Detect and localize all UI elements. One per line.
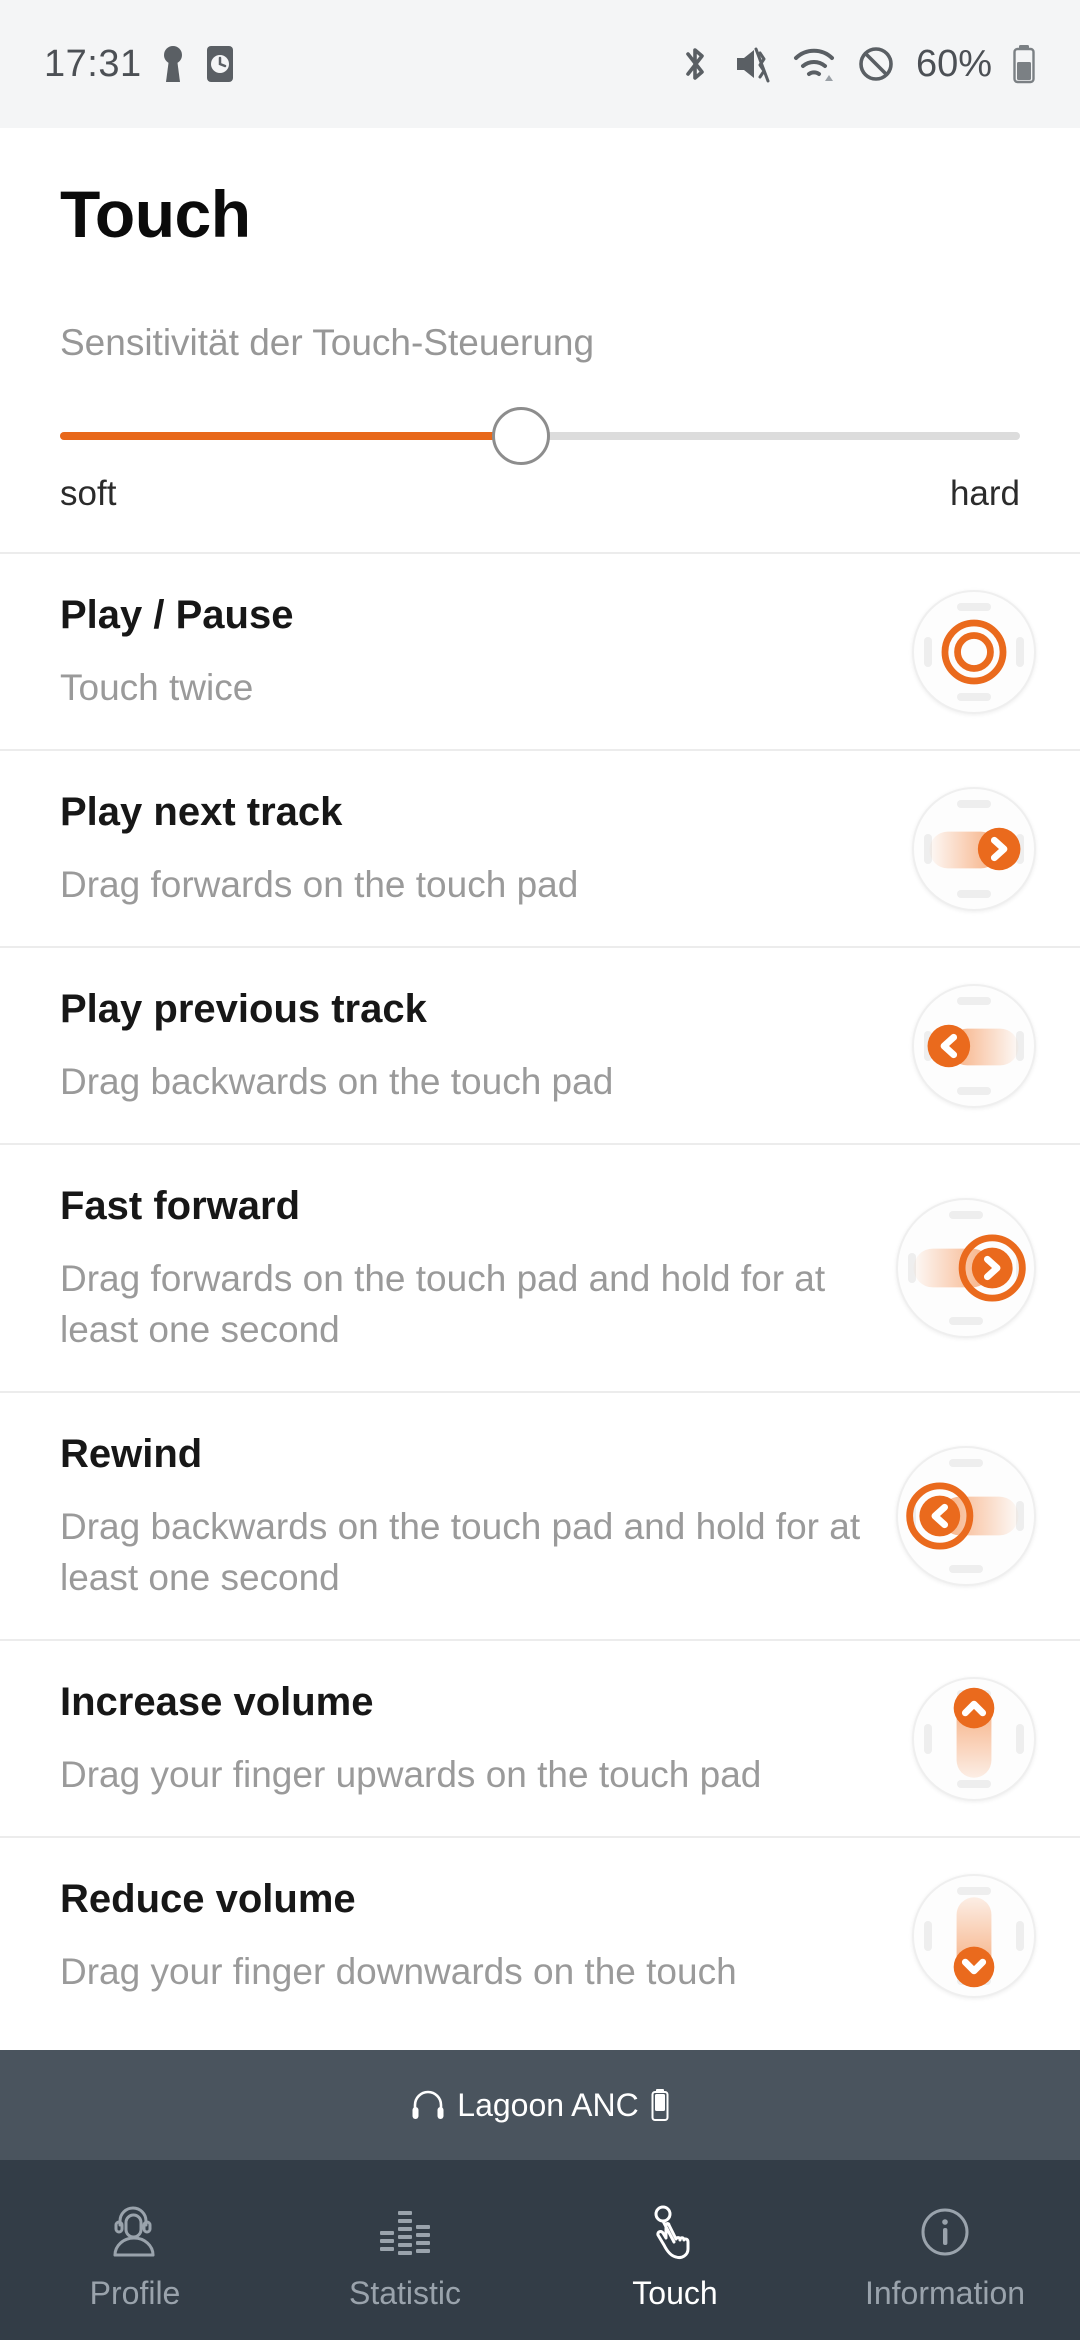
tab-label: Information [864, 2274, 1026, 2311]
sensitivity-slider[interactable]: soft hard [0, 364, 1080, 514]
wifi-icon [793, 48, 834, 81]
row-description: Drag forwards on the touch pad [60, 864, 579, 906]
touchpad-swipe-right-hold-icon [896, 1198, 1036, 1339]
keyhole-icon [163, 46, 182, 82]
row-title: Increase volume [60, 1680, 374, 1725]
bottom-tab-bar: Profile Statistic Touch Information [0, 2160, 1080, 2340]
row-title: Fast forward [60, 1184, 301, 1229]
tab-statistic[interactable]: Statistic [270, 2160, 540, 2340]
equalizer-icon [380, 2210, 430, 2255]
touch-action-row[interactable]: Play / Pause Touch twice [0, 552, 1080, 749]
row-text: Play / Pause Touch twice [60, 554, 912, 749]
touchpad-swipe-down-icon [912, 1873, 1036, 1998]
row-title: Play next track [60, 790, 343, 835]
bluetooth-icon [686, 48, 704, 80]
row-title: Play / Pause [60, 593, 294, 637]
row-title: Reduce volume [60, 1877, 356, 1922]
touch-action-row[interactable]: Fast forward Drag forwards on the touch … [0, 1143, 1080, 1391]
row-text: Play previous track Drag backwards on th… [60, 948, 912, 1143]
headphones-icon [412, 2090, 444, 2119]
device-name-label: Lagoon ANC [457, 2086, 639, 2123]
row-title: Play previous track [60, 987, 427, 1032]
row-text: Increase volume Drag your finger upwards… [60, 1641, 912, 1836]
tab-information[interactable]: Information [810, 2160, 1080, 2340]
row-text: Fast forward Drag forwards on the touch … [60, 1145, 896, 1391]
tab-profile[interactable]: Profile [0, 2160, 270, 2340]
slider-min-label: soft [60, 474, 117, 513]
row-description: Touch twice [60, 667, 254, 708]
vibrate-off-icon [736, 47, 770, 83]
row-description: Drag backwards on the touch pad and hold… [60, 1506, 861, 1599]
touch-action-row[interactable]: Play next track Drag forwards on the tou… [0, 749, 1080, 946]
tab-label: Touch [632, 2274, 718, 2311]
row-text: Rewind Drag backwards on the touch pad a… [60, 1393, 896, 1639]
profile-headset-icon [113, 2206, 155, 2256]
connected-device-bar[interactable]: Lagoon ANC [0, 2050, 1080, 2160]
do-not-disturb-icon [859, 47, 893, 81]
status-bar-right: 60% [678, 43, 1036, 86]
touch-action-row[interactable]: Increase volume Drag your finger upwards… [0, 1639, 1080, 1836]
slider-max-label: hard [949, 474, 1020, 513]
main-content: Touch Sensitivität der Touch-Steuerung s… [0, 128, 1080, 2050]
status-bar-clock: 17:31 [44, 42, 142, 85]
hand-tap-icon [654, 2205, 690, 2259]
status-bar: 17:31 60% [0, 0, 1080, 128]
touchpad-swipe-left-hold-icon [896, 1446, 1036, 1587]
phone-screen: 17:31 60% Touch Sensitivität der Touch-S… [0, 0, 1080, 2340]
touchpad-swipe-up-icon [912, 1676, 1036, 1801]
row-text: Play next track Drag forwards on the tou… [60, 751, 912, 946]
touchpad-swipe-left-icon [912, 983, 1036, 1108]
slider-fill [60, 432, 521, 440]
row-description: Drag your finger downwards on the touch [60, 1951, 737, 1993]
row-description: Drag your finger upwards on the touch pa… [60, 1754, 762, 1796]
touch-action-row[interactable]: Rewind Drag backwards on the touch pad a… [0, 1391, 1080, 1639]
row-text: Reduce volume Drag your finger downwards… [60, 1838, 912, 2033]
tab-label: Statistic [348, 2274, 462, 2311]
status-bar-left: 17:31 [44, 43, 236, 86]
touch-action-list: Play / Pause Touch twice Play next track… [0, 552, 1080, 2033]
slider-track[interactable] [60, 407, 1020, 465]
slider-thumb[interactable] [491, 407, 550, 465]
tab-label: Profile [89, 2274, 181, 2311]
touchpad-double-tap-icon [912, 589, 1036, 714]
battery-icon [1013, 45, 1035, 84]
touch-action-row[interactable]: Reduce volume Drag your finger downwards… [0, 1836, 1080, 2033]
row-description: Drag forwards on the touch pad and hold … [60, 1258, 826, 1351]
tab-touch[interactable]: Touch [540, 2160, 810, 2340]
battery-percent-label: 60% [915, 42, 992, 85]
row-description: Drag backwards on the touch pad [60, 1061, 614, 1103]
row-title: Rewind [60, 1432, 203, 1477]
info-circle-icon [921, 2208, 969, 2255]
alarm-device-icon [206, 46, 233, 82]
page-subtitle: Sensitivität der Touch-Steuerung [60, 322, 595, 363]
touch-action-row[interactable]: Play previous track Drag backwards on th… [0, 946, 1080, 1143]
device-battery-icon [651, 2089, 669, 2121]
page-title: Touch [60, 177, 251, 251]
touchpad-swipe-right-icon [912, 786, 1036, 911]
